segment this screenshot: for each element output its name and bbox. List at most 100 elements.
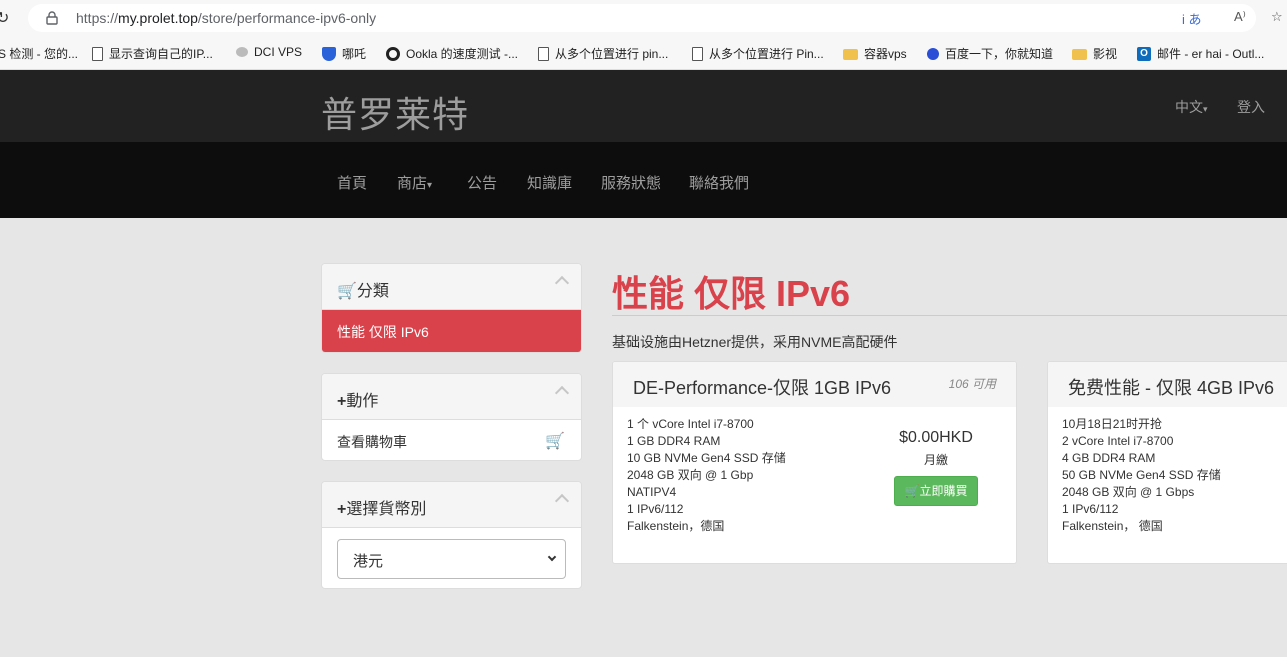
page-icon [92, 46, 103, 61]
login-link[interactable]: 登入 [1237, 97, 1265, 117]
bookmark-item[interactable]: 百度一下，你就知道 [927, 45, 1053, 62]
bookmark-item[interactable]: O 邮件 - er hai - Outl... [1137, 45, 1264, 62]
bookmark-label: 显示查询自己的IP... [109, 47, 213, 61]
bookmark-item[interactable]: 哪吒 [322, 45, 366, 62]
categories-panel-header[interactable]: 🛒分類 [322, 264, 581, 310]
product-availability: 106 可用 [948, 377, 996, 391]
product-price: $0.00HKD [899, 429, 973, 446]
actions-title-text: 動作 [346, 393, 379, 410]
outlook-icon: O [1137, 46, 1151, 61]
feature-line: 2 vCore Intel i7-8700 [1062, 434, 1174, 448]
product-card: DE-Performance-仅限 1GB IPv6 106 可用 1 个 vC… [612, 361, 1017, 564]
ookla-icon [386, 46, 400, 61]
feature-line: 50 GB NVMe Gen4 SSD 存储 [1062, 468, 1221, 482]
bookmark-label: 影视 [1093, 47, 1118, 61]
product-name: DE-Performance-仅限 1GB IPv6 [633, 378, 892, 398]
feature-line: Falkenstein，德国 [627, 519, 725, 533]
bookmark-label: 邮件 - er hai - Outl... [1157, 47, 1265, 61]
bookmark-item[interactable]: 从多个位置进行 Pin... [692, 45, 824, 62]
cart-icon: 🛒 [545, 433, 565, 450]
order-now-button[interactable]: 🛒立即購買 [894, 476, 978, 506]
language-dropdown[interactable]: 中文▾ [1175, 97, 1208, 117]
page-icon [538, 46, 549, 61]
product-header: 免费性能 - 仅限 4GB IPv6 [1048, 362, 1287, 407]
view-cart-label: 查看購物車 [337, 434, 407, 450]
lock-icon[interactable] [46, 11, 58, 25]
nav-home[interactable]: 首頁 [337, 172, 367, 193]
categories-panel: 🛒分類 性能 仅限 IPv6 [321, 263, 582, 353]
view-cart-link[interactable]: 查看購物車 🛒 [322, 420, 581, 460]
actions-title: +動作 [337, 387, 378, 411]
bookmark-item[interactable]: 从多个位置进行 pin... [538, 45, 668, 62]
billing-cycle: 月繳 [923, 453, 948, 467]
actions-panel-header[interactable]: +動作 [322, 374, 581, 420]
bookmark-item[interactable]: 影视 [1072, 45, 1117, 62]
bookmark-item[interactable]: 容器vps [843, 45, 907, 62]
product-features: 10月18日21时开抢 2 vCore Intel i7-8700 4 GB D… [1062, 416, 1221, 535]
bookmark-label: 容器vps [864, 47, 907, 61]
categories-title-text: 分類 [356, 283, 389, 300]
bookmark-label: 从多个位置进行 pin... [555, 47, 669, 61]
feature-line: 2048 GB 双向 @ 1 Gbps [1062, 485, 1195, 499]
shield-icon [322, 46, 336, 61]
page-icon [692, 46, 703, 61]
chevron-up-icon[interactable] [554, 275, 570, 291]
currency-panel-header[interactable]: +選擇貨幣別 [322, 482, 581, 528]
feature-line: Falkenstein， 德国 [1062, 519, 1163, 533]
bookmark-label: 哪吒 [342, 47, 367, 61]
currency-title: +選擇貨幣別 [337, 495, 426, 519]
bookmark-label: 从多个位置进行 Pin... [709, 47, 824, 61]
product-card: 免费性能 - 仅限 4GB IPv6 10月18日21时开抢 2 vCore I… [1047, 361, 1287, 564]
language-label: 中文 [1175, 99, 1203, 115]
bookmark-item[interactable]: Ookla 的速度测试 -... [386, 45, 518, 62]
currency-panel: +選擇貨幣別 港元 [321, 481, 582, 589]
nav-store-label: 商店 [397, 175, 428, 192]
url-path: /store/performance-ipv6-only [197, 10, 377, 26]
bookmark-label: 百度一下，你就知道 [945, 47, 1054, 61]
nav-contact[interactable]: 聯絡我們 [689, 172, 749, 193]
feature-line: 1 IPv6/112 [1062, 502, 1119, 516]
feature-line: 4 GB DDR4 RAM [1062, 451, 1156, 465]
plus-icon: + [337, 393, 347, 410]
nav-store[interactable]: 商店▾ [397, 172, 432, 193]
chevron-up-icon[interactable] [554, 493, 570, 509]
bookmarks-bar: S 检测 - 您的... 显示查询自己的IP... DCI VPS 哪吒 Ook… [0, 36, 1287, 70]
product-features: 1 个 vCore Intel i7-8700 1 GB DDR4 RAM 10… [627, 416, 786, 535]
site-header [0, 70, 1287, 142]
product-name: 免费性能 - 仅限 4GB IPv6 [1068, 378, 1275, 398]
url-host: my.prolet.top [118, 10, 198, 26]
site-logo[interactable]: 普罗莱特 [321, 86, 469, 138]
read-aloud-icon[interactable]: A⁾ [1234, 9, 1246, 25]
cart-icon: 🛒 [337, 283, 357, 300]
feature-line: NATIPV4 [627, 485, 677, 499]
caret-down-icon: ▾ [427, 180, 433, 191]
actions-panel: +動作 查看購物車 🛒 [321, 373, 582, 461]
translate-icon[interactable]: i あ [1182, 9, 1202, 28]
currency-select[interactable]: 港元 [337, 539, 566, 579]
folder-icon [1072, 49, 1087, 60]
url-scheme: https:// [76, 10, 119, 26]
nav-announcements[interactable]: 公告 [467, 172, 497, 193]
bookmark-item[interactable]: S 检测 - 您的... [0, 45, 78, 62]
caret-down-icon: ▾ [1203, 104, 1208, 114]
category-tagline: 基础设施由Hetzner提供，采用NVME高配硬件 [612, 334, 898, 350]
favorite-star-icon[interactable]: ☆ [1271, 9, 1283, 25]
title-divider [612, 315, 1287, 316]
bookmark-item[interactable]: DCI VPS [236, 45, 302, 59]
feature-line: 2048 GB 双向 @ 1 Gbp [627, 468, 754, 482]
url-text[interactable]: https://my.prolet.top/store/performance-… [76, 10, 376, 26]
bookmark-label: Ookla 的速度测试 -... [406, 47, 519, 61]
feature-line: 10 GB NVMe Gen4 SSD 存储 [627, 451, 786, 465]
feature-line: 1 IPv6/112 [627, 502, 684, 516]
bookmark-item[interactable]: 显示查询自己的IP... [92, 45, 213, 62]
reload-icon[interactable]: ↻ [0, 8, 9, 28]
chevron-up-icon[interactable] [554, 385, 570, 401]
bookmark-label: S 检测 - 您的... [0, 47, 79, 61]
feature-line: 10月18日21时开抢 [1062, 417, 1163, 431]
feature-line: 1 GB DDR4 RAM [627, 434, 721, 448]
category-item-active[interactable]: 性能 仅限 IPv6 [322, 310, 581, 352]
folder-icon [843, 49, 858, 60]
nav-service-status[interactable]: 服務狀態 [601, 172, 661, 193]
nav-knowledgebase[interactable]: 知識庫 [527, 172, 572, 193]
feature-line: 1 个 vCore Intel i7-8700 [627, 417, 754, 431]
